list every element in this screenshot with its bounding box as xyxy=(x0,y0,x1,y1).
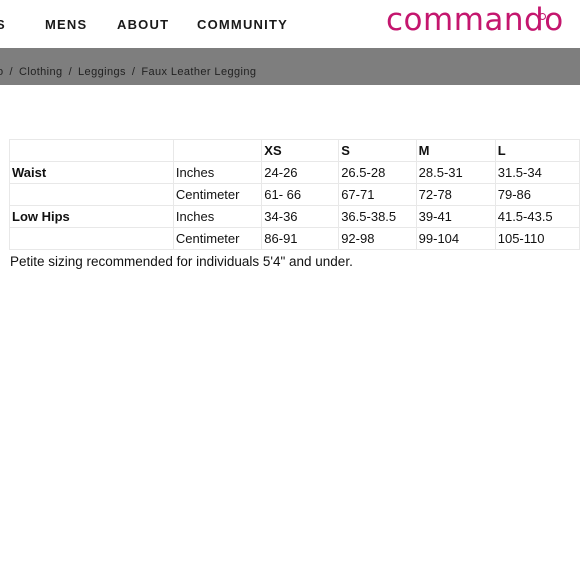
unit-label: Inches xyxy=(172,205,263,228)
unit-label: Centimeter xyxy=(172,183,263,206)
table-header-cell xyxy=(172,139,263,162)
table-header-cell xyxy=(9,139,174,162)
breadcrumb-item-home[interactable]: o xyxy=(0,66,4,78)
size-header-s: S xyxy=(338,139,417,162)
table-row: Centimeter 86-91 92-98 99-104 105-110 xyxy=(9,227,580,250)
table-cell: 39-41 xyxy=(415,205,496,228)
breadcrumb-separator: / xyxy=(9,66,13,78)
table-cell: 31.5-34 xyxy=(494,161,580,184)
size-header-xs: XS xyxy=(261,139,340,162)
table-row: Low Hips Inches 34-36 36.5-38.5 39-41 41… xyxy=(9,205,580,228)
breadcrumb-trail: o / Clothing / Leggings / Faux Leather Legging xyxy=(0,66,256,79)
table-cell: 92-98 xyxy=(338,227,417,250)
petite-sizing-note: Petite sizing recommended for individual… xyxy=(10,254,353,269)
table-cell: 61- 66 xyxy=(261,183,340,206)
breadcrumb-separator: / xyxy=(68,66,73,78)
table-cell: 41.5-43.5 xyxy=(494,205,580,228)
size-chart-table: XS S M L Waist Inches 24-26 26.5-28 28.5… xyxy=(9,139,580,250)
nav-item-about[interactable]: ABOUT xyxy=(117,17,169,33)
nav-item-community[interactable]: COMMUNITY xyxy=(197,17,288,33)
brand-logo[interactable]: commando xyxy=(386,2,564,38)
table-cell: 24-26 xyxy=(261,161,340,184)
table-cell: 105-110 xyxy=(494,227,580,250)
measurement-label xyxy=(9,227,174,250)
breadcrumb-item-leggings[interactable]: Leggings xyxy=(78,66,126,78)
top-navigation: S MENS ABOUT COMMUNITY commando xyxy=(0,0,580,48)
table-cell: 86-91 xyxy=(261,227,340,250)
table-cell: 26.5-28 xyxy=(338,161,417,184)
breadcrumb: o / Clothing / Leggings / Faux Leather Legging xyxy=(0,48,580,85)
unit-label: Inches xyxy=(172,161,263,184)
table-cell: 72-78 xyxy=(415,183,496,206)
size-header-m: M xyxy=(415,139,496,162)
breadcrumb-separator: / xyxy=(131,66,136,78)
unit-label: Centimeter xyxy=(172,227,263,250)
table-cell: 28.5-31 xyxy=(415,161,496,184)
nav-item-mens[interactable]: MENS xyxy=(45,17,87,33)
breadcrumb-item-current: Faux Leather Legging xyxy=(141,66,257,78)
registered-mark-icon xyxy=(539,13,546,20)
measurement-label: Low Hips xyxy=(9,205,174,228)
table-cell: 79-86 xyxy=(494,183,580,206)
table-cell: 36.5-38.5 xyxy=(338,205,417,228)
product-page: S MENS ABOUT COMMUNITY commando o / Clothi… xyxy=(0,0,580,580)
breadcrumb-item-clothing[interactable]: Clothing xyxy=(19,66,63,78)
nav-item-partial[interactable]: S xyxy=(0,17,6,33)
table-row: Waist Inches 24-26 26.5-28 28.5-31 31.5-… xyxy=(9,161,580,184)
measurement-label xyxy=(9,183,174,206)
table-cell: 99-104 xyxy=(415,227,496,250)
table-header-row: XS S M L xyxy=(9,139,580,162)
table-row: Centimeter 61- 66 67-71 72-78 79-86 xyxy=(9,183,580,206)
measurement-label: Waist xyxy=(9,161,174,184)
size-header-l: L xyxy=(494,139,580,162)
table-cell: 67-71 xyxy=(338,183,417,206)
table-cell: 34-36 xyxy=(261,205,340,228)
